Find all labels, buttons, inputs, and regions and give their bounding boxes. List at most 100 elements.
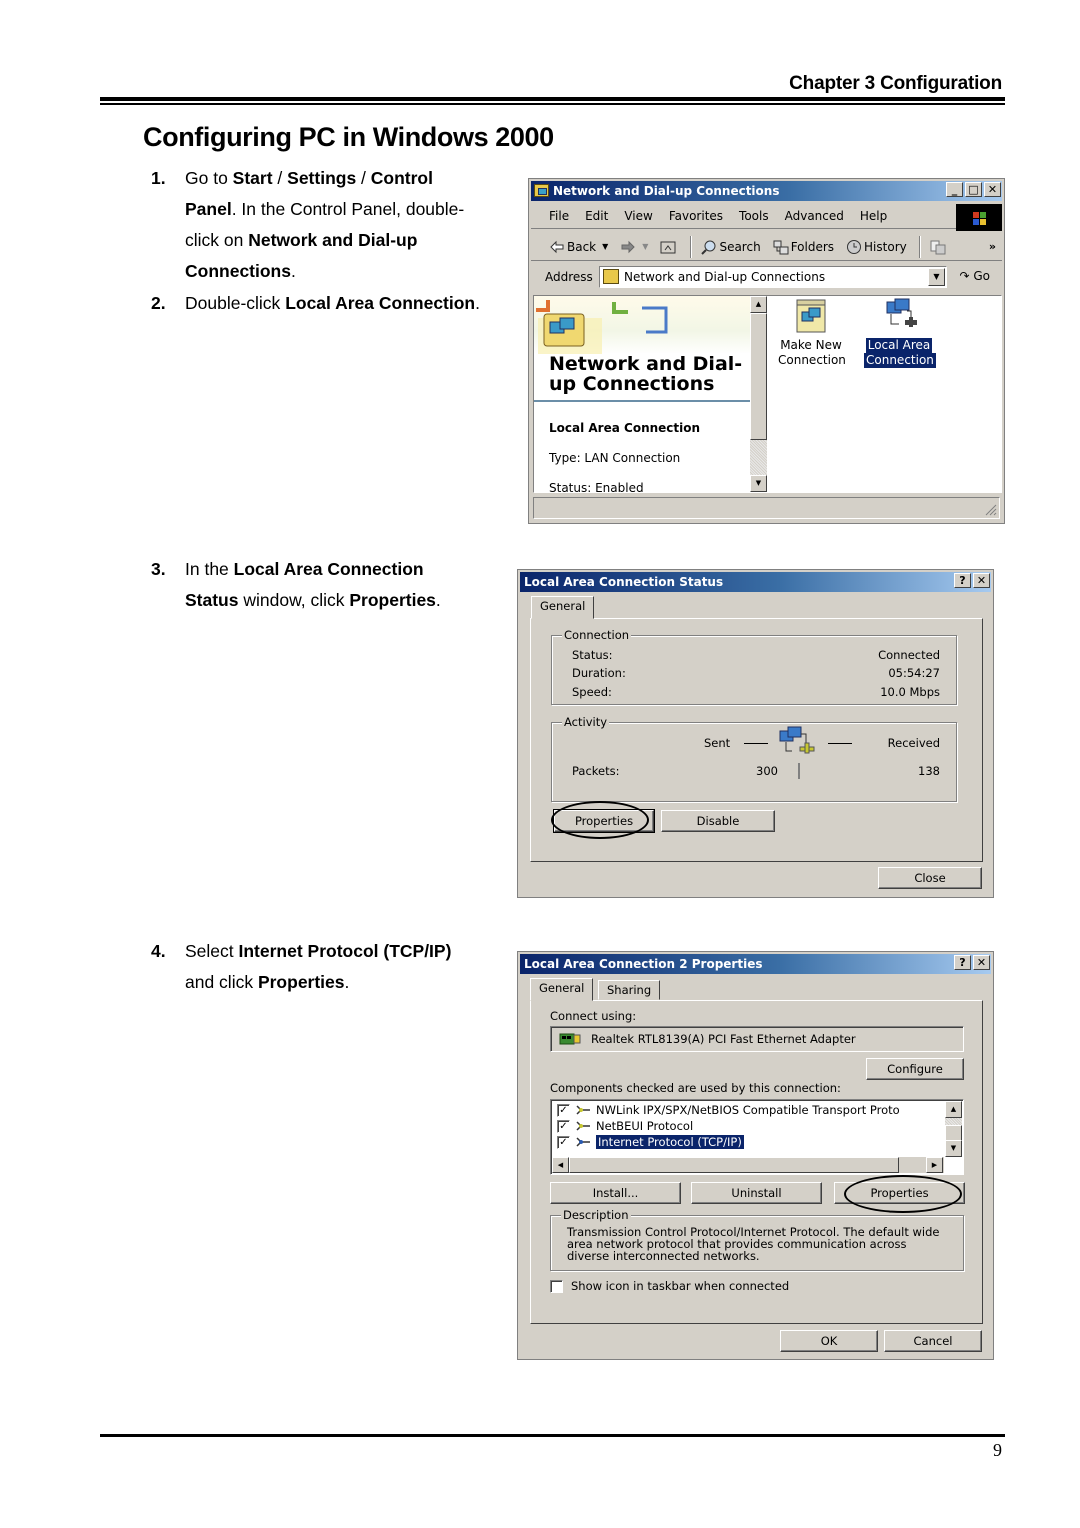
properties-button[interactable]: Properties xyxy=(553,809,655,833)
go-button[interactable]: ↷ Go xyxy=(959,269,990,283)
pane-divider xyxy=(534,400,750,402)
list-horizontal-scrollbar[interactable]: ◀ ▶ xyxy=(552,1157,944,1173)
activity-group: Activity Sent Received Packets: 300 138 xyxy=(551,715,957,802)
help-button[interactable]: ? xyxy=(954,955,971,970)
scroll-left-button[interactable]: ◀ xyxy=(552,1157,569,1173)
menu-advanced[interactable]: Advanced xyxy=(785,209,844,223)
step-line: In the Local Area Connection xyxy=(185,554,441,585)
make-new-connection-icon xyxy=(796,299,826,333)
description-group-label: Description xyxy=(561,1208,631,1222)
header-rule xyxy=(100,97,1005,101)
status-label: Status: xyxy=(572,648,613,662)
step-emphasis: Properties xyxy=(349,590,436,610)
install-button[interactable]: Install... xyxy=(550,1182,681,1204)
step-number: 4. xyxy=(151,941,166,961)
address-input[interactable]: Network and Dial-up Connections ▼ xyxy=(599,266,947,288)
window-controls: _ □ ✕ xyxy=(946,182,1001,197)
forward-button[interactable]: ▼ xyxy=(620,239,648,255)
uninstall-button[interactable]: Uninstall xyxy=(691,1182,822,1204)
close-button[interactable]: ✕ xyxy=(973,955,990,970)
close-dialog-button[interactable]: Close xyxy=(878,867,982,889)
toolbar-separator xyxy=(690,235,692,258)
component-checkbox[interactable]: ✓ xyxy=(557,1135,570,1149)
scroll-down-button[interactable]: ▼ xyxy=(750,475,767,492)
protocol-icon xyxy=(576,1137,590,1147)
component-checkbox[interactable]: ✓ xyxy=(557,1119,570,1133)
show-icon-checkbox[interactable] xyxy=(550,1279,563,1293)
step-line: Panel. In the Control Panel, double- xyxy=(185,194,464,225)
window-title: Network and Dial-up Connections xyxy=(553,184,780,198)
component-checkbox[interactable]: ✓ xyxy=(557,1103,570,1117)
menu-tools[interactable]: Tools xyxy=(739,209,769,223)
vertical-scrollbar[interactable]: ▲ ▼ xyxy=(750,296,767,492)
status-value: Connected xyxy=(878,648,940,662)
received-label: Received xyxy=(887,736,940,750)
speed-label: Speed: xyxy=(572,685,612,699)
menu-file[interactable]: File xyxy=(549,209,569,223)
menu-edit[interactable]: Edit xyxy=(585,209,608,223)
local-area-connection-item[interactable]: Local Area Connection xyxy=(864,298,936,368)
title-bar[interactable]: Network and Dial-up Connections xyxy=(531,181,1002,201)
configure-button[interactable]: Configure xyxy=(866,1058,964,1080)
horizontal-scroll-thumb[interactable] xyxy=(569,1157,899,1173)
components-list[interactable]: ✓ NWLink IPX/SPX/NetBIOS Compatible Tran… xyxy=(550,1099,964,1175)
folders-button[interactable]: Folders xyxy=(773,239,834,255)
show-icon-option[interactable]: Show icon in taskbar when connected xyxy=(550,1279,789,1293)
move-to-button[interactable] xyxy=(930,239,948,255)
connection-group: Connection Status: Connected Duration: 0… xyxy=(551,628,957,705)
lan-connection-icon xyxy=(886,298,917,327)
address-dropdown-button[interactable]: ▼ xyxy=(928,268,945,286)
window-controls: ? ✕ xyxy=(954,955,990,970)
folder-network-icon xyxy=(603,269,619,284)
selected-item-type: Type: LAN Connection xyxy=(549,451,681,465)
scroll-right-button[interactable]: ▶ xyxy=(926,1157,943,1173)
tab-general[interactable]: General xyxy=(531,596,595,619)
tab-general[interactable]: General xyxy=(530,978,594,1001)
history-button[interactable]: History xyxy=(846,239,907,255)
back-arrow-icon xyxy=(550,240,564,253)
scroll-thumb[interactable] xyxy=(945,1125,962,1141)
list-vertical-scrollbar[interactable]: ▲ ▼ xyxy=(945,1101,962,1157)
properties-button[interactable]: Properties xyxy=(834,1182,965,1204)
ok-button[interactable]: OK xyxy=(780,1330,878,1352)
list-item[interactable]: ✓ NWLink IPX/SPX/NetBIOS Compatible Tran… xyxy=(557,1102,900,1118)
cancel-button[interactable]: Cancel xyxy=(884,1330,982,1352)
forward-dropdown-icon[interactable]: ▼ xyxy=(642,242,648,251)
make-new-connection-item[interactable]: Make New Connection xyxy=(776,298,846,368)
list-item[interactable]: ✓ Internet Protocol (TCP/IP) xyxy=(557,1134,745,1150)
close-button[interactable]: ✕ xyxy=(984,182,1001,197)
pane-title: Network and Dial-up Connections xyxy=(549,353,743,395)
up-folder-button[interactable] xyxy=(660,239,678,255)
components-label: Components checked are used by this conn… xyxy=(550,1081,841,1095)
scroll-up-button[interactable]: ▲ xyxy=(945,1101,962,1118)
resize-grip-icon[interactable] xyxy=(985,504,997,516)
maximize-button[interactable]: □ xyxy=(965,182,982,197)
tab-sharing[interactable]: Sharing xyxy=(598,980,661,1000)
scroll-up-button[interactable]: ▲ xyxy=(750,296,767,313)
back-dropdown-icon[interactable]: ▼ xyxy=(602,242,608,251)
standard-toolbar: Back ▼ ▼ Search Folders History » xyxy=(531,233,1002,261)
back-button[interactable]: Back ▼ xyxy=(549,239,608,255)
connection-properties-dialog: Local Area Connection 2 Properties ? ✕ G… xyxy=(517,951,994,1360)
scroll-down-button[interactable]: ▼ xyxy=(945,1140,962,1157)
close-button[interactable]: ✕ xyxy=(973,573,990,588)
search-button[interactable]: Search xyxy=(701,239,761,255)
menu-help[interactable]: Help xyxy=(860,209,887,223)
menu-favorites[interactable]: Favorites xyxy=(669,209,723,223)
window-controls: ? ✕ xyxy=(954,573,990,588)
scroll-thumb[interactable] xyxy=(750,313,767,440)
list-item[interactable]: ✓ NetBEUI Protocol xyxy=(557,1118,693,1134)
step-emphasis: Properties xyxy=(257,972,345,992)
step-text-run: . xyxy=(290,261,296,281)
step-text-run: Select xyxy=(185,941,239,961)
step-line: click on Network and Dial-up xyxy=(185,225,464,256)
menu-view[interactable]: View xyxy=(624,209,652,223)
help-button[interactable]: ? xyxy=(954,573,971,588)
title-bar[interactable]: Local Area Connection 2 Properties xyxy=(520,954,991,974)
disable-button[interactable]: Disable xyxy=(661,810,775,832)
step-text-run: / xyxy=(272,168,288,188)
title-bar[interactable]: Local Area Connection Status xyxy=(520,572,991,592)
toolbar-overflow-chevron[interactable]: » xyxy=(989,240,996,253)
minimize-button[interactable]: _ xyxy=(946,182,963,197)
step-number: 1. xyxy=(151,168,166,188)
